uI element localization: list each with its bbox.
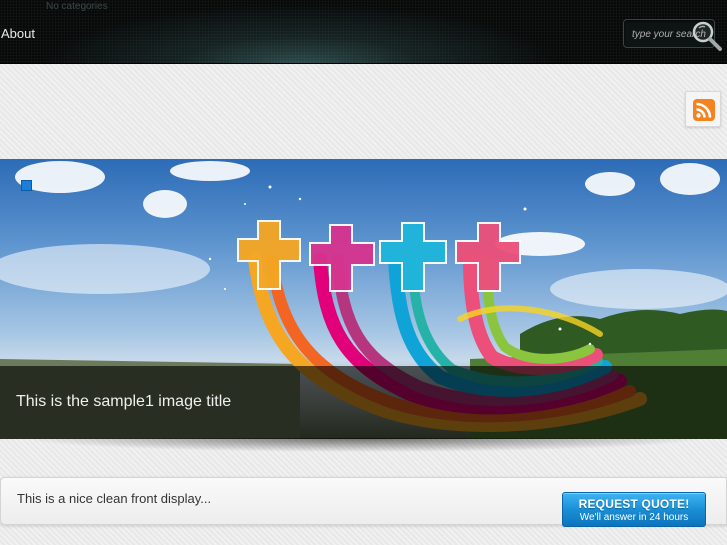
slider-caption-bar: This is the sample1 image title	[0, 366, 727, 439]
slider-caption: This is the sample1 image title	[16, 393, 232, 410]
search-icon[interactable]	[689, 19, 723, 51]
slider-nav-dot[interactable]	[21, 180, 32, 191]
slider-shadow	[30, 438, 697, 464]
rss-icon[interactable]	[693, 99, 715, 121]
nav-link-about[interactable]: About	[1, 26, 35, 41]
site-header: No categories About	[0, 0, 727, 64]
request-quote-subtitle: We'll answer in 24 hours	[579, 512, 689, 523]
categories-text: No categories	[46, 1, 108, 12]
image-slider[interactable]: This is the sample1 image title	[0, 159, 727, 439]
request-quote-title: REQUEST QUOTE!	[578, 497, 690, 511]
rss-badge	[685, 91, 721, 127]
request-quote-button[interactable]: REQUEST QUOTE! We'll answer in 24 hours	[562, 492, 706, 527]
promo-text: This is a nice clean front display...	[17, 491, 212, 506]
